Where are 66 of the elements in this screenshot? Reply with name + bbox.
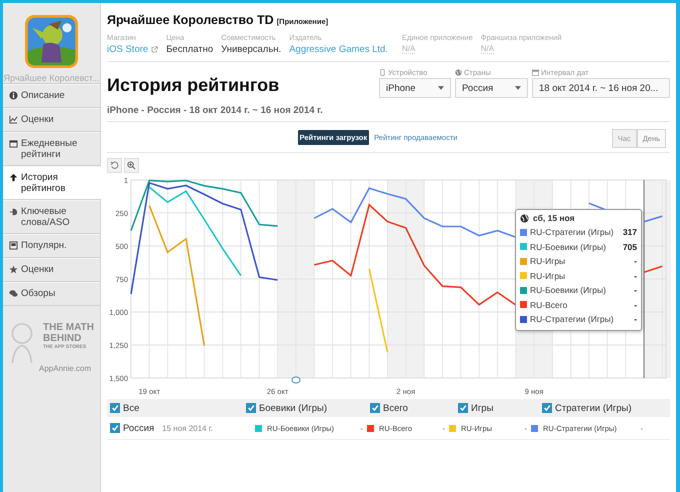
sidebar-item[interactable]: Ключевые слова/ASO: [3, 200, 100, 234]
legend-group-label: Боевики (Игры): [259, 402, 327, 414]
dropdown[interactable]: 18 окт 2014 г. ~ 16 ноя 20...: [532, 78, 670, 98]
dropdown[interactable]: iPhone: [379, 78, 451, 98]
meta-value: N/A: [480, 44, 494, 54]
meta-value: N/A: [402, 44, 416, 54]
sidebar-item[interactable]: Описание: [3, 84, 100, 108]
date-label: 15 ноя 2014 г.: [162, 424, 213, 432]
checkbox[interactable]: [110, 423, 120, 433]
checkbox[interactable]: [246, 403, 256, 413]
caret-icon: [438, 86, 444, 90]
checkbox[interactable]: [370, 403, 380, 413]
tooltip-label: RU-Боевики (Игры): [530, 242, 607, 252]
info-icon: [9, 91, 18, 100]
tooltip-label: RU-Стратегии (Игры): [530, 227, 615, 238]
tooltip-label: RU-Игры: [530, 256, 566, 266]
sidebar-item[interactable]: История рейтингов: [3, 166, 101, 200]
tooltip-label: RU-Игры: [530, 270, 566, 281]
zoom-in-icon: [127, 161, 136, 170]
sidebar-item[interactable]: Оценки: [3, 258, 100, 282]
tooltip-value: 317: [622, 227, 637, 238]
tooltip-title: сб, 15 ноя: [533, 213, 575, 223]
app-name: Ярчайшее Королевст...: [4, 73, 100, 83]
legend-group-label: Игры: [471, 402, 494, 414]
tooltip-value: -: [634, 285, 637, 296]
meta-value: Универсальн.: [221, 44, 282, 55]
tooltip-label: RU-Стратегии (Игры): [530, 314, 615, 324]
calendar-icon: [9, 139, 18, 148]
tooltip-value: -: [634, 270, 637, 281]
globe-icon: [520, 214, 529, 222]
globe-icon: [455, 69, 462, 76]
zoom-button[interactable]: [124, 158, 139, 173]
promo-text: BEHIND: [43, 333, 82, 344]
page-title: История рейтингов: [107, 75, 280, 96]
checkbox[interactable]: [542, 403, 552, 413]
country-label: Россия: [123, 422, 154, 434]
promo-text: THE MATH: [43, 322, 94, 333]
page-subtitle: iPhone - Россия - 18 окт 2014 г. ~ 16 ноя 2014 г.: [107, 98, 670, 122]
undo-icon: [110, 161, 119, 170]
legend-group-label: Стратегии (Игры): [555, 402, 632, 414]
checkbox[interactable]: [110, 403, 120, 413]
line-chart-icon: [9, 115, 18, 124]
external-link-icon: [151, 46, 158, 53]
meta-value: Бесплатно: [166, 44, 214, 55]
sidebar-item[interactable]: Популярн.: [3, 234, 100, 258]
legend-group-label: Все: [123, 402, 140, 414]
square-icon: [9, 241, 18, 250]
chat-icon: [9, 289, 18, 298]
star-icon: [9, 265, 18, 274]
tooltip-value: -: [634, 314, 637, 324]
tooltip-value: -: [634, 256, 637, 266]
calendar-icon: [532, 69, 539, 76]
undo-button[interactable]: [107, 158, 122, 173]
tooltip-value: -: [634, 300, 637, 310]
app-title: Ярчайшее Королевство TD: [107, 13, 274, 27]
dropdown[interactable]: Россия: [455, 78, 528, 98]
sidebar-item[interactable]: Оценки: [3, 108, 100, 132]
tooltip-label: RU-Всего: [530, 300, 568, 310]
tooltip-value: 705: [622, 242, 637, 252]
tooltip-label: RU-Боевики (Игры): [530, 285, 607, 296]
arrow-up-icon: [9, 173, 18, 182]
checkbox[interactable]: [458, 403, 468, 413]
sidebar-item[interactable]: Обзоры: [3, 282, 100, 306]
phone-icon: [379, 69, 386, 76]
caret-icon: [515, 86, 521, 90]
legend-group-label: Всего: [383, 402, 408, 414]
